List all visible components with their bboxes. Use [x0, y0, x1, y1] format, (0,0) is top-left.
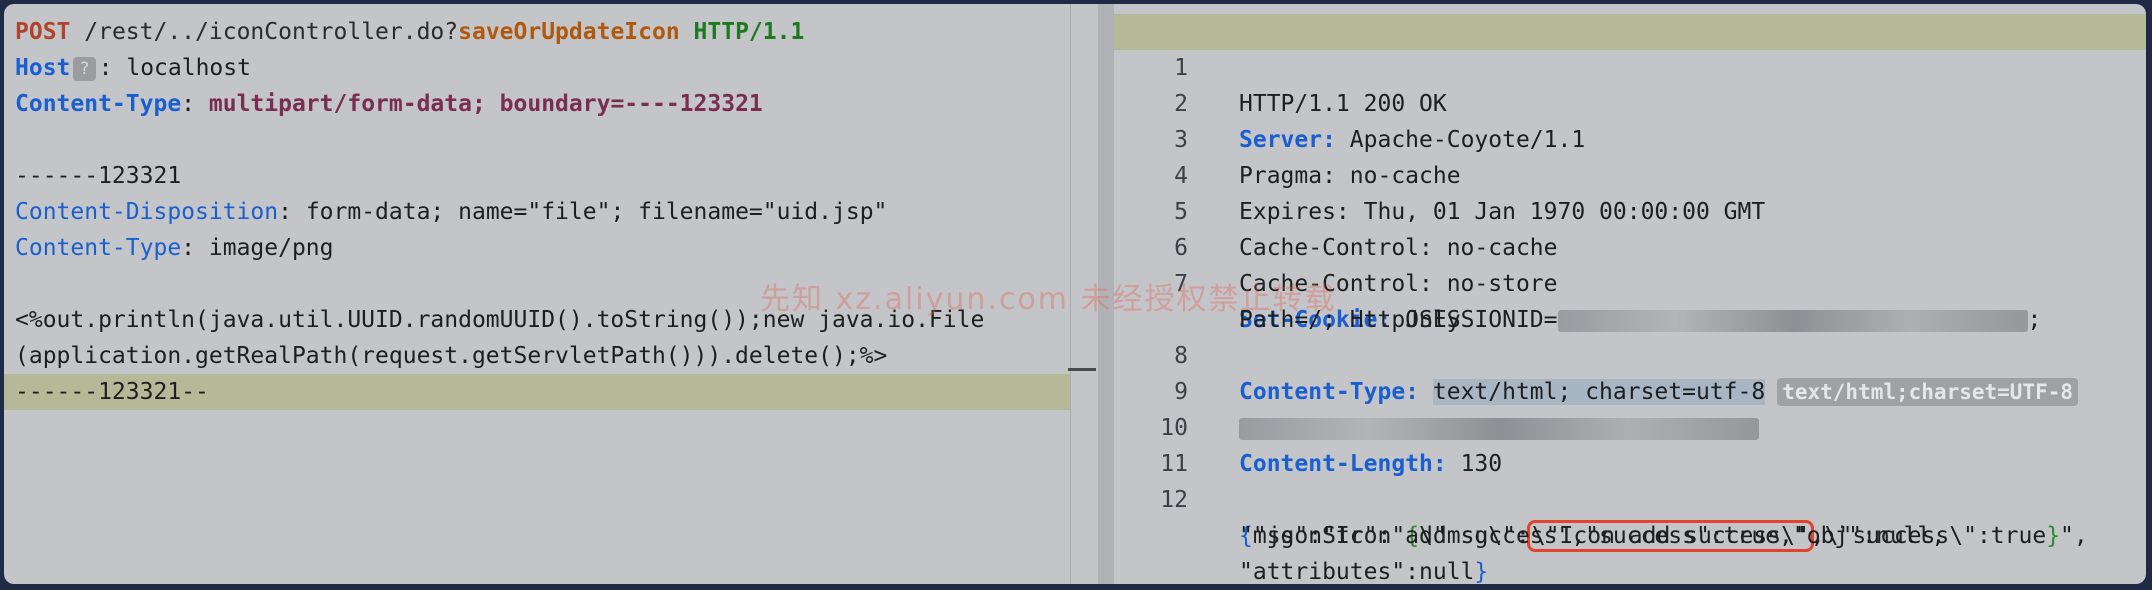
response-line-11[interactable]: 11: [1114, 410, 2146, 477]
response-line-4[interactable]: 4 Expires: Thu, 01 Jan 1970 00:00:00 GMT: [1114, 122, 2146, 225]
content-type-header[interactable]: Content-Type: multipart/form-data; bound…: [4, 86, 1070, 122]
content-type-key: Content-Type: [15, 91, 182, 117]
request-protocol: HTTP/1.1: [693, 19, 805, 45]
http-viewer-window: POST /rest/../iconController.do?saveOrUp…: [4, 4, 2146, 584]
content-disposition-header[interactable]: Content-Disposition: form-data; name="fi…: [4, 194, 1070, 230]
part-content-type-header[interactable]: Content-Type: image/png: [4, 230, 1070, 266]
response-line-12[interactable]: 12 {"jsonStr":"{\"msg\":\"Icon add succe…: [1114, 446, 2146, 552]
part-content-type-value: image/png: [208, 235, 334, 261]
boundary-end[interactable]: ------123321--: [4, 374, 1070, 410]
response-line-6[interactable]: 6 Cache-Control: no-store: [1114, 194, 2146, 297]
request-path: /rest/../iconController.do?: [84, 19, 459, 45]
http-method: POST: [15, 19, 71, 45]
host-header[interactable]: Host?: localhost: [4, 50, 1070, 86]
help-badge[interactable]: ?: [73, 56, 96, 81]
part-content-type-key: Content-Type: [15, 235, 182, 261]
content-disposition-key: Content-Disposition: [15, 199, 279, 225]
response-line-5[interactable]: 5 Cache-Control: no-cache: [1114, 158, 2146, 261]
response-line-1[interactable]: 1 HTTP/1.1 200 OK: [1114, 14, 2146, 117]
json-body-line-3[interactable]: "attributes":null}: [1114, 518, 2146, 584]
response-line-9[interactable]: 9: [1114, 338, 2146, 440]
request-param: saveOrUpdateIcon: [458, 19, 680, 45]
response-line-2[interactable]: 2 Server: Apache-Coyote/1.1: [1114, 50, 2146, 153]
response-line-10[interactable]: 10 Content-Length: 130: [1114, 374, 2146, 477]
splitter-handle[interactable]: [1068, 368, 1096, 371]
content-type-value: multipart/form-data; boundary=----123321: [208, 91, 763, 117]
response-line-3[interactable]: 3 Pragma: no-cache: [1114, 86, 2146, 189]
host-value: localhost: [126, 55, 251, 81]
watermark: 先知 xz.aliyun.com 未经授权禁止转载: [760, 282, 1337, 317]
boundary-start[interactable]: ------123321: [4, 158, 1070, 194]
request-line[interactable]: POST /rest/../iconController.do?saveOrUp…: [4, 14, 1070, 50]
json-body-line-2[interactable]: "msg":"Icon add success","success":true,…: [1114, 482, 2146, 549]
response-line-7[interactable]: 7 Set-Cookie: JSESSIONID=;: [1114, 230, 2146, 333]
content-disposition-value: form-data; name="file"; filename="uid.js…: [305, 199, 888, 225]
host-key: Host: [15, 55, 71, 81]
body-line-2[interactable]: (application.getRealPath(request.getServ…: [4, 338, 1070, 374]
